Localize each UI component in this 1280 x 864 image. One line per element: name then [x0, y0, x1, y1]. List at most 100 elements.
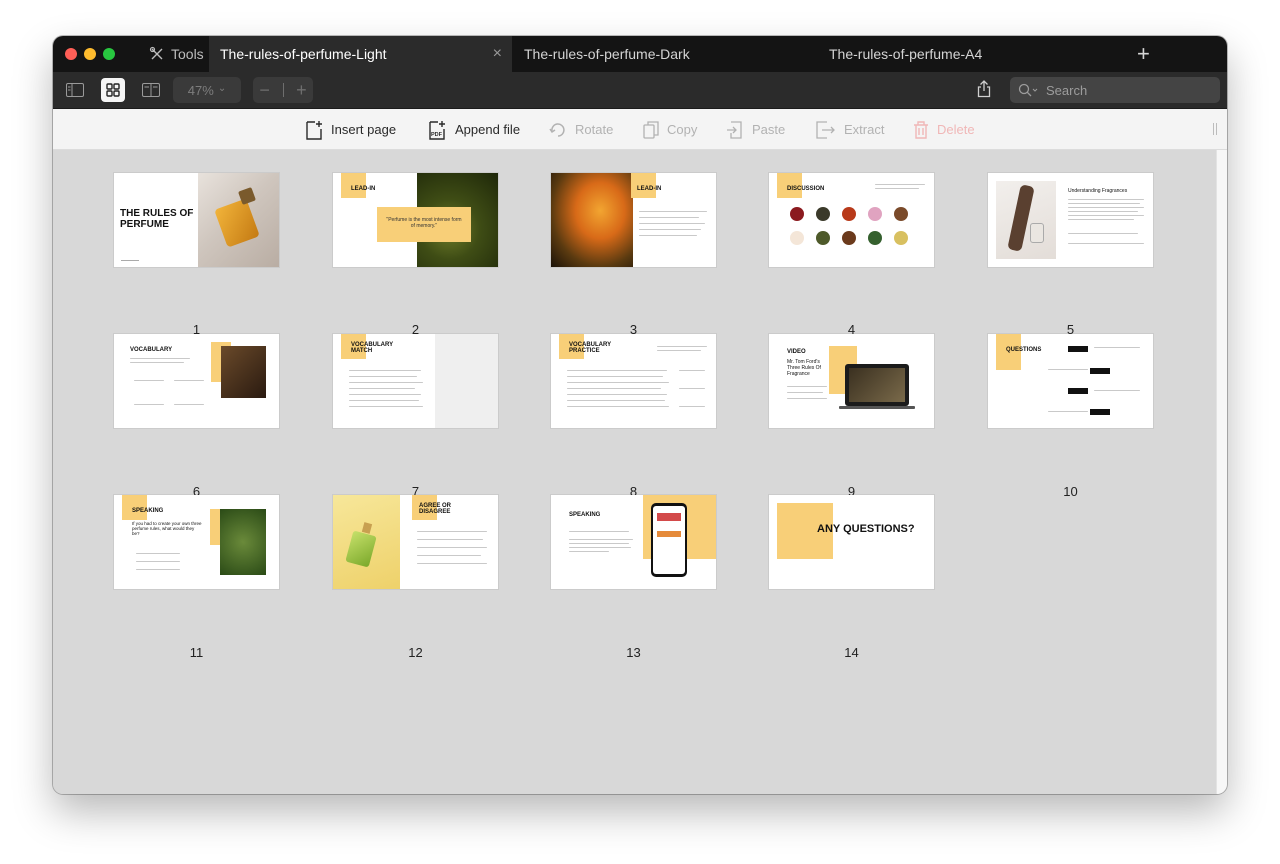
slide-subtitle: If you had to create your own three perf… — [132, 521, 202, 536]
minimize-window-button[interactable] — [84, 48, 96, 60]
action-label: Rotate — [575, 122, 614, 137]
wood-image — [996, 181, 1056, 259]
extract-button[interactable]: Extract — [816, 109, 884, 150]
laptop-image — [845, 364, 909, 406]
tab-label: The-rules-of-perfume-Dark — [524, 46, 690, 62]
tools-icon — [149, 46, 163, 60]
page-number: 14 — [844, 645, 859, 660]
slide-title: VOCABULARY MATCH — [351, 342, 394, 354]
tab-light[interactable]: The-rules-of-perfume-Light × — [209, 36, 512, 72]
share-button[interactable] — [977, 80, 991, 103]
fruit-image — [551, 173, 633, 267]
tab-label: The-rules-of-perfume-Light — [220, 46, 387, 62]
page-number: 12 — [408, 645, 423, 660]
insert-page-icon — [306, 120, 322, 140]
zoom-value: 47% — [187, 82, 214, 98]
slide-subtitle: Mr. Tom Ford's Three Rules Of Fragrance — [787, 359, 821, 377]
sidebar-toggle-button[interactable] — [63, 78, 87, 102]
slide-title: THE RULES OF PERFUME — [120, 208, 194, 230]
close-window-button[interactable] — [65, 48, 77, 60]
page-thumbnail-12[interactable]: AGREE OR DISAGREE — [333, 495, 498, 589]
page-number: 13 — [626, 645, 641, 660]
page-thumbnail-1[interactable]: THE RULES OF PERFUME — [114, 173, 279, 267]
page-thumbnail-9[interactable]: VIDEO Mr. Tom Ford's Three Rules Of Frag… — [769, 334, 934, 428]
grid-view-button[interactable] — [101, 78, 125, 102]
divider — [282, 83, 284, 97]
action-label: Copy — [667, 122, 698, 137]
insert-page-button[interactable]: Insert page — [305, 109, 396, 150]
action-label: Delete — [937, 122, 975, 137]
zoom-stepper: − + — [253, 77, 313, 103]
add-tab-button[interactable]: + — [1137, 42, 1150, 66]
resize-handle[interactable] — [1213, 123, 1217, 135]
slide-title: ANY QUESTIONS? — [817, 523, 915, 535]
two-page-icon — [142, 83, 160, 97]
svg-text:PDF: PDF — [431, 132, 443, 138]
rotate-icon — [549, 122, 565, 137]
sidebar-icon — [66, 83, 84, 97]
chevron-down-icon: ⌄ — [217, 82, 227, 94]
search-icon — [1018, 83, 1038, 97]
leaves-image — [220, 509, 266, 575]
search-placeholder: Search — [1046, 82, 1088, 98]
page-number: 11 — [189, 645, 204, 660]
tools-label: Tools — [171, 46, 204, 62]
share-icon — [977, 80, 991, 98]
toolbar: 47% ⌄ − + Search — [53, 72, 1227, 109]
zoom-select[interactable]: 47% ⌄ — [173, 77, 241, 103]
slide-title: AGREE OR DISAGREE — [419, 503, 452, 515]
page-thumbnail-3[interactable]: LEAD-IN — [551, 173, 716, 267]
slide-title: DISCUSSION — [787, 186, 825, 192]
search-input[interactable]: Search — [1010, 77, 1220, 103]
paste-button[interactable]: Paste — [726, 109, 785, 150]
quote-box: "Perfume is the most intense form of mem… — [377, 207, 471, 242]
slide-title: LEAD-IN — [637, 186, 662, 192]
copy-icon — [643, 120, 659, 139]
zoom-out-button[interactable]: − — [259, 80, 270, 101]
bottle-image — [221, 346, 266, 398]
slide-title: Understanding Fragrances — [1068, 188, 1128, 194]
tab-dark[interactable]: The-rules-of-perfume-Dark — [513, 36, 813, 72]
page-thumbnail-4[interactable]: DISCUSSION — [769, 173, 934, 267]
page-thumbnail-2[interactable]: LEAD-IN "Perfume is the most intense for… — [333, 173, 498, 267]
page-thumbnail-5[interactable]: Understanding Fragrances — [988, 173, 1153, 267]
slide-title: SPEAKING — [569, 512, 601, 518]
append-file-button[interactable]: PDF Append file — [427, 109, 520, 150]
quote-text: "Perfume is the most intense form of mem… — [386, 217, 462, 229]
trash-icon — [914, 120, 928, 139]
slide-title: QUESTIONS — [1006, 347, 1042, 353]
page-thumbnail-14[interactable]: ANY QUESTIONS? — [769, 495, 934, 589]
copy-button[interactable]: Copy — [643, 109, 697, 150]
grid-icon — [106, 83, 120, 97]
zoom-in-button[interactable]: + — [296, 80, 307, 101]
append-pdf-icon: PDF — [429, 120, 445, 140]
page-thumbnail-8[interactable]: VOCABULARY PRACTICE — [551, 334, 716, 428]
page-thumbnail-6[interactable]: VOCABULARY — [114, 334, 279, 428]
action-label: Append file — [455, 122, 521, 137]
action-label: Paste — [752, 122, 786, 137]
action-label: Insert page — [331, 122, 397, 137]
slide-title: LEAD-IN — [351, 186, 376, 192]
app-window: Tools The-rules-of-perfume-Light × The-r… — [53, 36, 1227, 794]
page-thumbnail-10[interactable]: QUESTIONS — [988, 334, 1153, 428]
page-actions-bar: Insert page PDF Append file Rotate Copy — [53, 109, 1227, 150]
tab-a4[interactable]: The-rules-of-perfume-A4 — [829, 36, 1129, 72]
action-label: Extract — [844, 122, 885, 137]
zoom-window-button[interactable] — [103, 48, 115, 60]
tools-tab[interactable]: Tools — [149, 36, 204, 72]
paste-icon — [727, 120, 742, 139]
rotate-button[interactable]: Rotate — [549, 109, 613, 150]
ingredients-image-grid — [790, 207, 908, 245]
close-tab-icon[interactable]: × — [493, 45, 502, 63]
slide-title: SPEAKING — [132, 508, 164, 514]
two-page-view-button[interactable] — [139, 78, 163, 102]
perfume-bottle-image — [198, 173, 279, 267]
page-thumbnail-7[interactable]: VOCABULARY MATCH — [333, 334, 498, 428]
page-thumbnail-13[interactable]: SPEAKING — [551, 495, 716, 589]
slide-footer — [121, 260, 139, 261]
vertical-scrollbar[interactable] — [1216, 150, 1227, 794]
slide-title: VIDEO — [787, 349, 806, 355]
word-column — [435, 334, 498, 428]
delete-button[interactable]: Delete — [913, 109, 975, 150]
page-thumbnail-11[interactable]: SPEAKING If you had to create your own t… — [114, 495, 279, 589]
